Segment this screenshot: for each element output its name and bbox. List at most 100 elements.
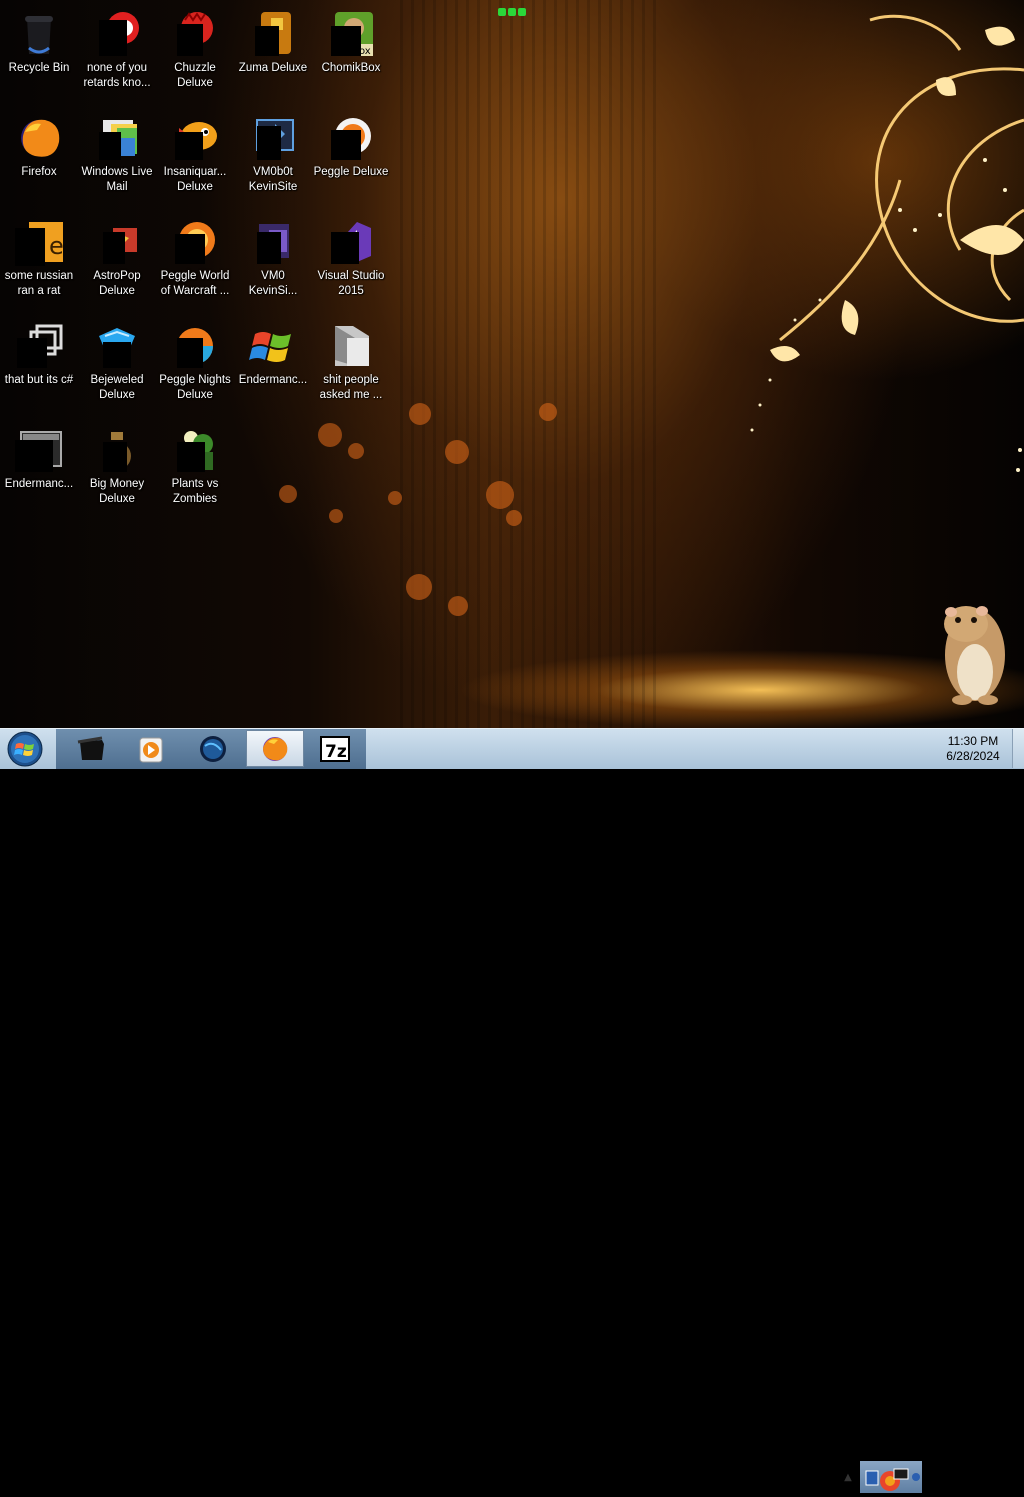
redaction-block — [255, 26, 279, 56]
redaction-block — [331, 130, 361, 160]
icon-label: Chuzzle Deluxe — [174, 62, 216, 89]
desktop-icon-insaniquarium[interactable]: Insaniquar... Deluxe — [156, 108, 234, 208]
desktop-icon-vm0b0t-kevinsite[interactable]: VM0b0t KevinSite — [234, 108, 312, 208]
desktop-icon-firefox[interactable]: Firefox — [0, 108, 78, 208]
desktop-icon-plants-vs-zombies[interactable]: Plants vs Zombies — [156, 420, 234, 520]
bejeweled-gem-icon — [93, 322, 141, 370]
desktop-icon-shit-people-asked[interactable]: shit people asked me ... — [312, 316, 390, 416]
desktop-icon-bejeweled[interactable]: Bejeweled Deluxe — [78, 316, 156, 416]
icon-label: Zuma Deluxe — [238, 62, 308, 74]
redaction-block — [257, 232, 281, 264]
redaction-block — [99, 132, 121, 160]
icon-label: Bejeweled Deluxe — [90, 374, 144, 401]
peggle-icon — [327, 114, 375, 162]
volume-icon — [912, 1473, 920, 1481]
desktop-icon-vm0-kevinsite[interactable]: VM0 KevinSi... — [234, 212, 312, 312]
desktop-icon-that-but-its-csharp[interactable]: that but its c# — [0, 316, 78, 416]
windows-logo-icon — [7, 731, 43, 767]
chomikbox-icon: ox — [327, 10, 375, 58]
clock-date: 6/28/2024 — [946, 749, 1000, 763]
desktop-icon-peggle-wow[interactable]: Peggle World of Warcraft ... — [156, 212, 234, 312]
desktop-icon-peggle-deluxe[interactable]: Peggle Deluxe — [312, 108, 390, 208]
7zip-icon: 7z — [320, 735, 350, 762]
redaction-block — [103, 232, 125, 264]
redaction-block — [99, 20, 127, 56]
desktop-icon-zuma[interactable]: Zuma Deluxe — [234, 4, 312, 104]
redaction-block — [331, 26, 361, 56]
taskbar-clock[interactable]: 11:30 PM 6/28/2024 — [938, 734, 1008, 766]
display-icon — [893, 1468, 909, 1480]
icon-label: Windows Live Mail — [81, 166, 153, 193]
icon-label: Peggle World of Warcraft ... — [160, 270, 230, 297]
desktop-icon-endermanch-1[interactable]: Endermanc... — [0, 420, 78, 520]
app-icon — [93, 10, 141, 58]
desktop-icon-recycle-bin[interactable]: Recycle Bin — [0, 4, 78, 104]
taskbar-recycle-bin[interactable] — [62, 730, 120, 767]
redaction-block — [331, 232, 359, 264]
icon-label: Big Money Deluxe — [89, 478, 145, 505]
desktop-icon-windows-live-mail[interactable]: Windows Live Mail — [78, 108, 156, 208]
fish-icon — [171, 114, 219, 162]
peggle-wow-icon — [171, 218, 219, 266]
icon-label: ChomikBox — [321, 62, 381, 74]
document-icon: e — [15, 218, 64, 266]
icon-label: Visual Studio 2015 — [317, 270, 385, 297]
taskbar-7zip[interactable]: 7z — [306, 730, 364, 767]
desktop-icon-peggle-nights[interactable]: Peggle Nights Deluxe — [156, 316, 234, 416]
vm-window-icon — [249, 218, 297, 266]
redaction-block — [177, 442, 205, 472]
system-tray-icons — [860, 1461, 922, 1493]
astropop-icon — [93, 218, 141, 266]
start-button[interactable] — [4, 730, 46, 768]
show-hidden-icons-chevron[interactable]: ▲ — [842, 1465, 854, 1489]
firefox-icon — [15, 114, 63, 162]
icon-label: Recycle Bin — [8, 62, 70, 74]
icon-label: Endermanc... — [238, 374, 308, 386]
console-window-icon — [15, 426, 63, 474]
mail-icon — [93, 114, 141, 162]
show-desktop-button[interactable] — [1012, 729, 1024, 768]
redaction-block — [15, 228, 45, 266]
redaction-block — [175, 234, 205, 264]
trash-can-icon — [77, 736, 104, 760]
taskbar-pinned-apps: 7z — [56, 729, 366, 769]
hamster-mascot — [944, 606, 1005, 705]
icon-label: that but its c# — [4, 374, 74, 386]
plants-vs-zombies-icon — [171, 426, 219, 474]
zuma-icon — [249, 10, 297, 58]
desktop-icon-big-money[interactable]: Big Money Deluxe — [78, 420, 156, 520]
desktop-icon-chuzzle[interactable]: Chuzzle Deluxe — [156, 4, 234, 104]
globe-icon — [200, 735, 226, 762]
taskbar-firefox-active[interactable] — [246, 730, 304, 767]
icon-label: Plants vs Zombies — [171, 478, 219, 505]
firefox-icon — [263, 736, 288, 761]
icon-label: Peggle Nights Deluxe — [159, 374, 231, 401]
desktop-icon-some-russian[interactable]: e some russian ran a rat — [0, 212, 78, 312]
folder-icon — [327, 322, 375, 370]
desktop-icon-chomikbox[interactable]: ox ChomikBox — [312, 4, 390, 104]
redaction-block — [177, 338, 203, 368]
desktop-icon-astropop[interactable]: AstroPop Deluxe — [78, 212, 156, 312]
icon-label: Peggle Deluxe — [313, 166, 389, 178]
svg-text:7z: 7z — [325, 742, 347, 762]
desktop-icon-none-of-you[interactable]: none of you retards kno... — [78, 4, 156, 104]
desktop-icon-visual-studio[interactable]: Visual Studio 2015 — [312, 212, 390, 312]
desktop-icon-endermanch-2[interactable]: Endermanc... — [234, 316, 312, 416]
redaction-block — [15, 440, 53, 472]
windows-flag-icon — [249, 322, 297, 370]
peggle-nights-icon — [171, 322, 219, 370]
taskbar-media-player[interactable] — [122, 730, 180, 767]
icon-label: VM0b0t KevinSite — [248, 166, 298, 193]
media-player-icon — [139, 737, 163, 762]
taskbar-globe-app[interactable] — [184, 730, 242, 767]
money-bag-icon — [93, 426, 141, 474]
clock-time: 11:30 PM — [947, 734, 999, 748]
icon-label: Firefox — [21, 166, 57, 178]
redaction-block — [17, 338, 47, 368]
icon-label: Insaniquar... Deluxe — [163, 166, 227, 193]
redaction-block — [103, 442, 127, 472]
taskbar: 7z ▲ 11:30 PM 6/28/2024 — [0, 728, 1024, 1493]
icon-label: shit people asked me ... — [319, 374, 383, 401]
icon-label: some russian ran a rat — [4, 270, 74, 297]
icon-label: VM0 KevinSi... — [248, 270, 298, 297]
